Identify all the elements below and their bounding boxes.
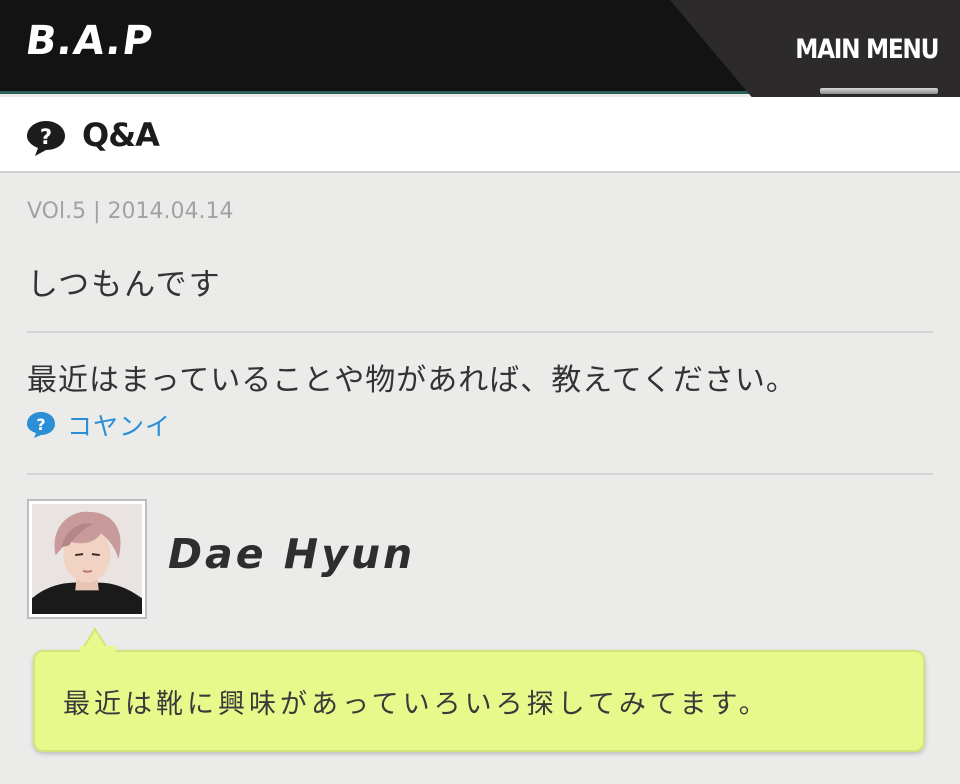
question-title: しつもんです <box>27 267 222 303</box>
avatar-photo <box>32 504 142 614</box>
bap-logo[interactable]: B.A.P <box>23 18 156 64</box>
question-bubble-icon: ? <box>27 121 65 156</box>
main-menu-label[interactable]: MAIN MENU <box>795 34 939 65</box>
svg-text:?: ? <box>36 415 45 434</box>
answer-bubble: 最近は靴に興味があっていろいろ探してみてます。 <box>33 650 925 752</box>
asker-name[interactable]: コヤンイ <box>67 407 171 443</box>
bubble-tail-mask <box>80 646 116 654</box>
divider <box>27 473 933 475</box>
page-title: Q&A <box>82 116 160 154</box>
divider <box>27 331 933 333</box>
question-text: 最近はまっていることや物があれば、教えてください。 <box>27 363 797 398</box>
section-bar: ? Q&A <box>0 97 960 173</box>
answer-text: 最近は靴に興味があっていろいろ探してみてます。 <box>63 689 770 720</box>
member-name: Dae Hyun <box>168 530 416 578</box>
asker-link[interactable]: ? コヤンイ <box>26 408 171 442</box>
question-circle-icon: ? <box>27 412 55 438</box>
post-meta: VOl.5 | 2014.04.14 <box>27 199 234 224</box>
member-avatar <box>27 499 147 619</box>
svg-text:?: ? <box>40 125 52 149</box>
